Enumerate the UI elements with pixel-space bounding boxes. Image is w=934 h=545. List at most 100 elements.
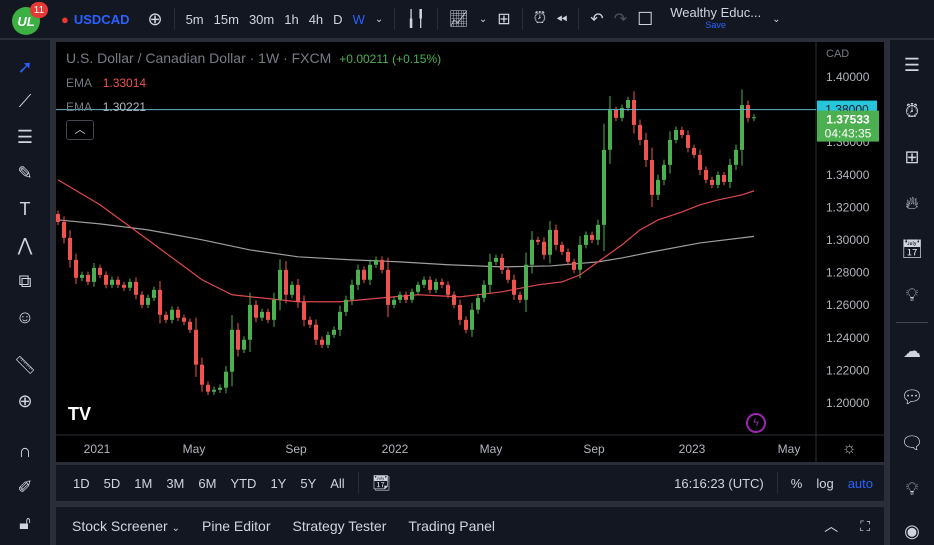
clock-time[interactable]: 16:16:23 (UTC) (667, 476, 771, 491)
candle-body (284, 269, 288, 295)
time-tick-label: 2023 (679, 442, 706, 456)
candle (230, 315, 234, 387)
candle-body (614, 109, 618, 118)
log-toggle[interactable]: log (809, 476, 840, 491)
candle (122, 281, 126, 292)
candle-body (680, 129, 684, 136)
candle-body (428, 279, 432, 290)
range-bar: 1D 5D 1M 3M 6M YTD 1Y 5Y All 📆︎ 16:16:23… (56, 465, 884, 501)
tab-pine-editor[interactable]: Pine Editor (194, 518, 278, 534)
candle (86, 271, 90, 286)
percent-toggle[interactable]: % (784, 476, 810, 491)
candle (512, 274, 516, 301)
tab-label: Stock Screener (72, 518, 168, 534)
candle (116, 276, 120, 289)
candle-body (452, 294, 456, 305)
go-to-date-icon[interactable]: 📆︎ (365, 474, 398, 492)
candle (128, 278, 132, 292)
candle-body (356, 269, 360, 285)
candle-body (434, 281, 438, 290)
candle (686, 130, 690, 153)
candle-body (332, 329, 336, 335)
candle-body (104, 274, 108, 285)
currency-selector[interactable]: CAD (826, 48, 849, 60)
candle (314, 319, 318, 346)
candle-body (728, 164, 732, 182)
candle (614, 106, 618, 122)
candle-body (344, 299, 348, 312)
price-tick-label: 1.28000 (826, 266, 870, 280)
candle-body (212, 389, 216, 392)
tab-stock-screener[interactable]: Stock Screener ⌄ (64, 518, 188, 534)
candle-body (752, 117, 756, 119)
candle-body (278, 269, 282, 300)
candle (248, 292, 252, 352)
candle (578, 236, 582, 279)
candle-body (488, 261, 492, 285)
tab-strategy-tester[interactable]: Strategy Tester (284, 518, 394, 534)
price-tick-label: 1.20000 (826, 396, 870, 410)
range-ytd[interactable]: YTD (223, 476, 263, 491)
lightning-icon[interactable]: ϟ (746, 413, 766, 433)
candle-body (500, 257, 504, 270)
candle-body (80, 274, 84, 278)
range-5y[interactable]: 5Y (293, 476, 323, 491)
candle (740, 89, 744, 166)
tab-trading-panel[interactable]: Trading Panel (400, 518, 503, 534)
candle-body (512, 279, 516, 295)
symbol-description: U.S. Dollar / Canadian Dollar · 1W · FXC… (66, 50, 332, 66)
chevron-up-icon[interactable]: ︿ (816, 516, 846, 536)
candle (110, 276, 114, 289)
ema-fast-legend[interactable]: EMA 1.33014 (66, 76, 146, 90)
candle (152, 286, 156, 302)
candle-body (446, 284, 450, 295)
candle-body (260, 311, 264, 318)
candle (596, 219, 600, 246)
range-1d[interactable]: 1D (66, 476, 97, 491)
candle (662, 159, 666, 186)
candle (182, 314, 186, 326)
candle-body (326, 334, 330, 345)
candle (692, 144, 696, 159)
candle-body (596, 224, 600, 240)
range-1y[interactable]: 1Y (263, 476, 293, 491)
candle-body (692, 147, 696, 155)
settings-gear-icon[interactable]: ☼ (842, 440, 857, 458)
ema-slow-legend[interactable]: EMA 1.30221 (66, 100, 146, 114)
candle-body (644, 139, 648, 160)
candle (386, 257, 390, 318)
time-tick-label: 2021 (84, 442, 111, 456)
candle-body (248, 304, 252, 340)
candle-body (410, 291, 414, 300)
range-6m[interactable]: 6M (191, 476, 223, 491)
candle (308, 316, 312, 329)
bar-countdown-label: 04:43:35 (825, 127, 872, 141)
candle-body (524, 264, 528, 300)
candle-body (704, 169, 708, 180)
candle (626, 96, 630, 112)
range-1m[interactable]: 1M (127, 476, 159, 491)
candle (632, 91, 636, 134)
candle-body (422, 279, 426, 285)
range-all[interactable]: All (323, 476, 351, 491)
tradingview-logo: TV (68, 404, 92, 424)
ema-value: 1.30221 (102, 100, 147, 114)
candle-body (152, 289, 156, 298)
candle (500, 253, 504, 274)
maximize-icon[interactable]: ⛶ (852, 518, 878, 535)
candle (392, 296, 396, 309)
candle-body (230, 329, 234, 372)
candle (302, 295, 306, 327)
divider (776, 472, 778, 494)
candle-body (650, 159, 654, 195)
candle (254, 300, 258, 323)
candle-body (92, 267, 96, 282)
candle (644, 132, 648, 167)
range-5d[interactable]: 5D (97, 476, 128, 491)
candle-body (494, 257, 498, 262)
candle (290, 281, 294, 299)
candle (470, 302, 474, 337)
range-3m[interactable]: 3M (159, 476, 191, 491)
auto-toggle[interactable]: auto (841, 476, 880, 491)
collapse-legend-button[interactable]: ︿ (66, 120, 94, 140)
